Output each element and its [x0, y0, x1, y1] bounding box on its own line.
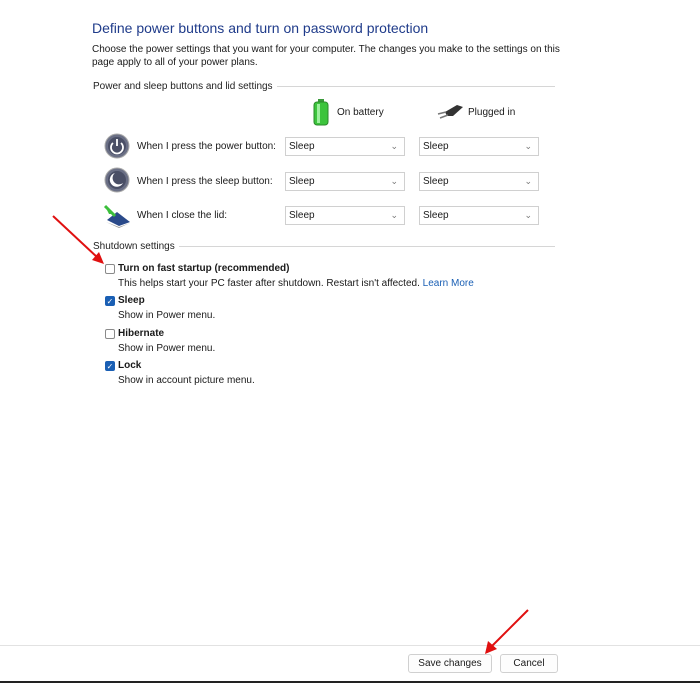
power-button-plugged-select[interactable]: Sleep ⌄ [419, 137, 539, 156]
lock-checkbox[interactable]: ✓ [105, 361, 115, 371]
power-button-icon [104, 133, 130, 159]
power-group-label: Power and sleep buttons and lid settings [93, 81, 277, 92]
desc-text: This helps start your PC faster after sh… [118, 278, 420, 289]
row-label: When I press the power button: [137, 141, 276, 152]
lid-plugged-select[interactable]: Sleep ⌄ [419, 206, 539, 225]
sleep-button-plugged-select[interactable]: Sleep ⌄ [419, 172, 539, 191]
checkbox-label: Turn on fast startup (recommended) [118, 263, 290, 274]
red-arrow-icon [485, 609, 529, 654]
divider [270, 86, 555, 87]
red-arrow-icon [52, 215, 104, 264]
page-description: Choose the power settings that you want … [92, 44, 560, 68]
checkbox-label: Lock [118, 360, 142, 371]
chevron-down-icon: ⌄ [390, 141, 398, 151]
cancel-button[interactable]: Cancel [500, 654, 558, 673]
shutdown-group-label: Shutdown settings [93, 241, 179, 252]
chevron-down-icon: ⌄ [524, 141, 532, 151]
checkbox-label: Hibernate [118, 328, 165, 339]
checkbox-desc: Show in Power menu. [118, 310, 216, 321]
annotation-arrows [52, 215, 529, 654]
lid-battery-select[interactable]: Sleep ⌄ [285, 206, 405, 225]
checkbox-desc: Show in Power menu. [118, 343, 216, 354]
select-value: Sleep [423, 210, 449, 221]
learn-more-link[interactable]: Learn More [423, 278, 474, 289]
select-value: Sleep [289, 141, 315, 152]
chevron-down-icon: ⌄ [524, 176, 532, 186]
laptop-lid-icon [103, 204, 130, 228]
page-title: Define power buttons and turn on passwor… [92, 20, 429, 36]
fast-startup-checkbox[interactable] [105, 264, 115, 274]
select-value: Sleep [423, 141, 449, 152]
row-label: When I press the sleep button: [137, 176, 273, 187]
battery-icon [313, 99, 329, 126]
select-value: Sleep [289, 210, 315, 221]
column-plugged-in: Plugged in [468, 107, 516, 118]
sleep-button-battery-select[interactable]: Sleep ⌄ [285, 172, 405, 191]
save-changes-button[interactable]: Save changes [408, 654, 492, 673]
sleep-checkbox[interactable]: ✓ [105, 296, 115, 306]
footer-divider [0, 645, 700, 646]
chevron-down-icon: ⌄ [390, 176, 398, 186]
divider [175, 246, 555, 247]
chevron-down-icon: ⌄ [390, 210, 398, 220]
chevron-down-icon: ⌄ [524, 210, 532, 220]
power-button-battery-select[interactable]: Sleep ⌄ [285, 137, 405, 156]
select-value: Sleep [289, 176, 315, 187]
checkbox-desc: This helps start your PC faster after sh… [118, 278, 474, 289]
row-label: When I close the lid: [137, 210, 228, 221]
sleep-button-icon [104, 167, 130, 193]
hibernate-checkbox[interactable] [105, 329, 115, 339]
checkbox-label: Sleep [118, 295, 145, 306]
column-on-battery: On battery [337, 107, 384, 118]
plug-icon [437, 105, 463, 119]
checkbox-desc: Show in account picture menu. [118, 375, 255, 386]
select-value: Sleep [423, 176, 449, 187]
